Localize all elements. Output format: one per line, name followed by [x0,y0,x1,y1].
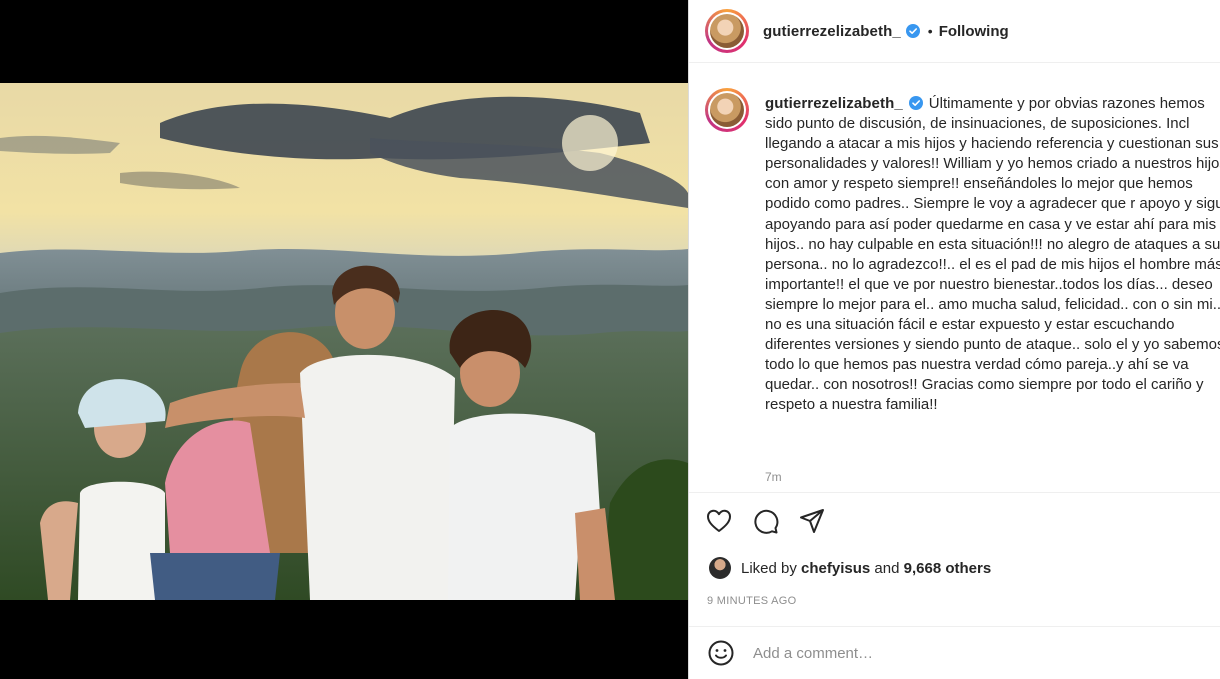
heart-icon[interactable] [705,507,733,535]
liker-avatar[interactable] [709,557,731,579]
following-button[interactable]: Following [939,23,1009,40]
comment-input[interactable] [753,644,1173,662]
liked-by-user[interactable]: chefyisus [801,560,870,577]
comment-bar [689,626,1220,679]
verified-badge-icon [905,24,920,38]
liked-by-and: and [874,559,900,577]
post-actions-bar [689,492,1220,554]
share-icon[interactable] [798,507,826,535]
caption-text-block: gutierrezelizabeth_ Últimamente y por obv… [765,94,1220,416]
liked-by-others[interactable]: 9,668 others [904,560,992,577]
likes-summary: Liked by chefyisus and 9,668 others [709,555,991,581]
post-header: gutierrezelizabeth_ • Following [689,0,1220,63]
post-timestamp[interactable]: 9 MINUTES AGO [707,595,796,607]
verified-badge-icon [908,96,923,110]
post-photo[interactable] [0,83,688,600]
caption-body: Últimamente y por obvias razones hemos s… [765,95,1220,414]
emoji-icon[interactable] [707,639,735,667]
author-avatar[interactable] [705,9,749,53]
caption-username[interactable]: gutierrezelizabeth_ [765,95,903,112]
author-username[interactable]: gutierrezelizabeth_ [763,23,901,40]
caption-timestamp[interactable]: 7m [765,470,782,484]
family-sunset-photo [0,83,688,600]
post-side-panel: gutierrezelizabeth_ • Following gutierre… [688,0,1220,679]
separator-dot: • [927,23,933,39]
caption-author-avatar[interactable] [705,88,749,132]
liked-by-prefix: Liked by [741,559,797,577]
comment-icon[interactable] [751,507,779,535]
post-media-area [0,0,688,679]
